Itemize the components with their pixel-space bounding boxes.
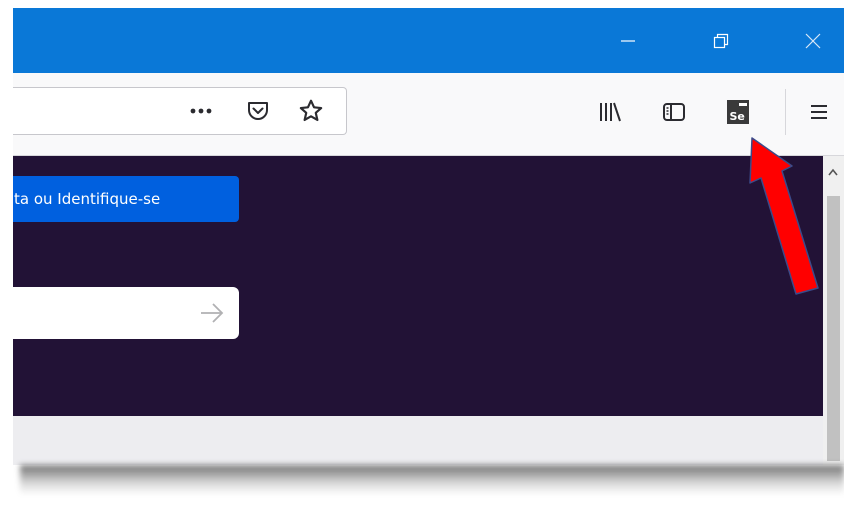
selenium-ide-button[interactable]: Se	[721, 95, 755, 129]
title-bar	[13, 8, 844, 73]
window-shadow	[20, 465, 844, 495]
minimize-icon	[621, 39, 635, 42]
library-button[interactable]	[593, 95, 627, 129]
selenium-ide-icon: Se	[727, 100, 749, 124]
bookmark-button[interactable]	[296, 96, 326, 126]
search-input[interactable]	[13, 287, 239, 339]
open-menu-button[interactable]	[802, 95, 836, 129]
minimize-button[interactable]	[603, 8, 653, 73]
star-icon	[299, 99, 323, 122]
restore-button[interactable]	[696, 8, 746, 73]
login-button[interactable]: ta ou Identifique-se	[13, 176, 239, 222]
selenium-ide-label: Se	[730, 110, 745, 123]
page-actions-button[interactable]	[186, 96, 216, 126]
sidebar-button[interactable]	[657, 95, 691, 129]
restore-icon	[713, 33, 729, 48]
toolbar-separator	[785, 89, 786, 135]
red-arrow-annotation	[749, 137, 819, 295]
library-icon	[600, 102, 621, 122]
close-icon	[805, 33, 821, 48]
hamburger-menu-icon	[811, 105, 827, 119]
sidebar-icon	[663, 103, 685, 121]
address-bar[interactable]	[13, 87, 347, 135]
page-content: ta ou Identifique-se	[13, 156, 823, 416]
pocket-icon	[248, 102, 268, 120]
more-icon	[190, 108, 212, 114]
pocket-button[interactable]	[243, 96, 273, 126]
close-button[interactable]	[788, 8, 838, 73]
arrow-right-icon[interactable]	[199, 301, 225, 325]
page-lower-area	[13, 416, 823, 465]
